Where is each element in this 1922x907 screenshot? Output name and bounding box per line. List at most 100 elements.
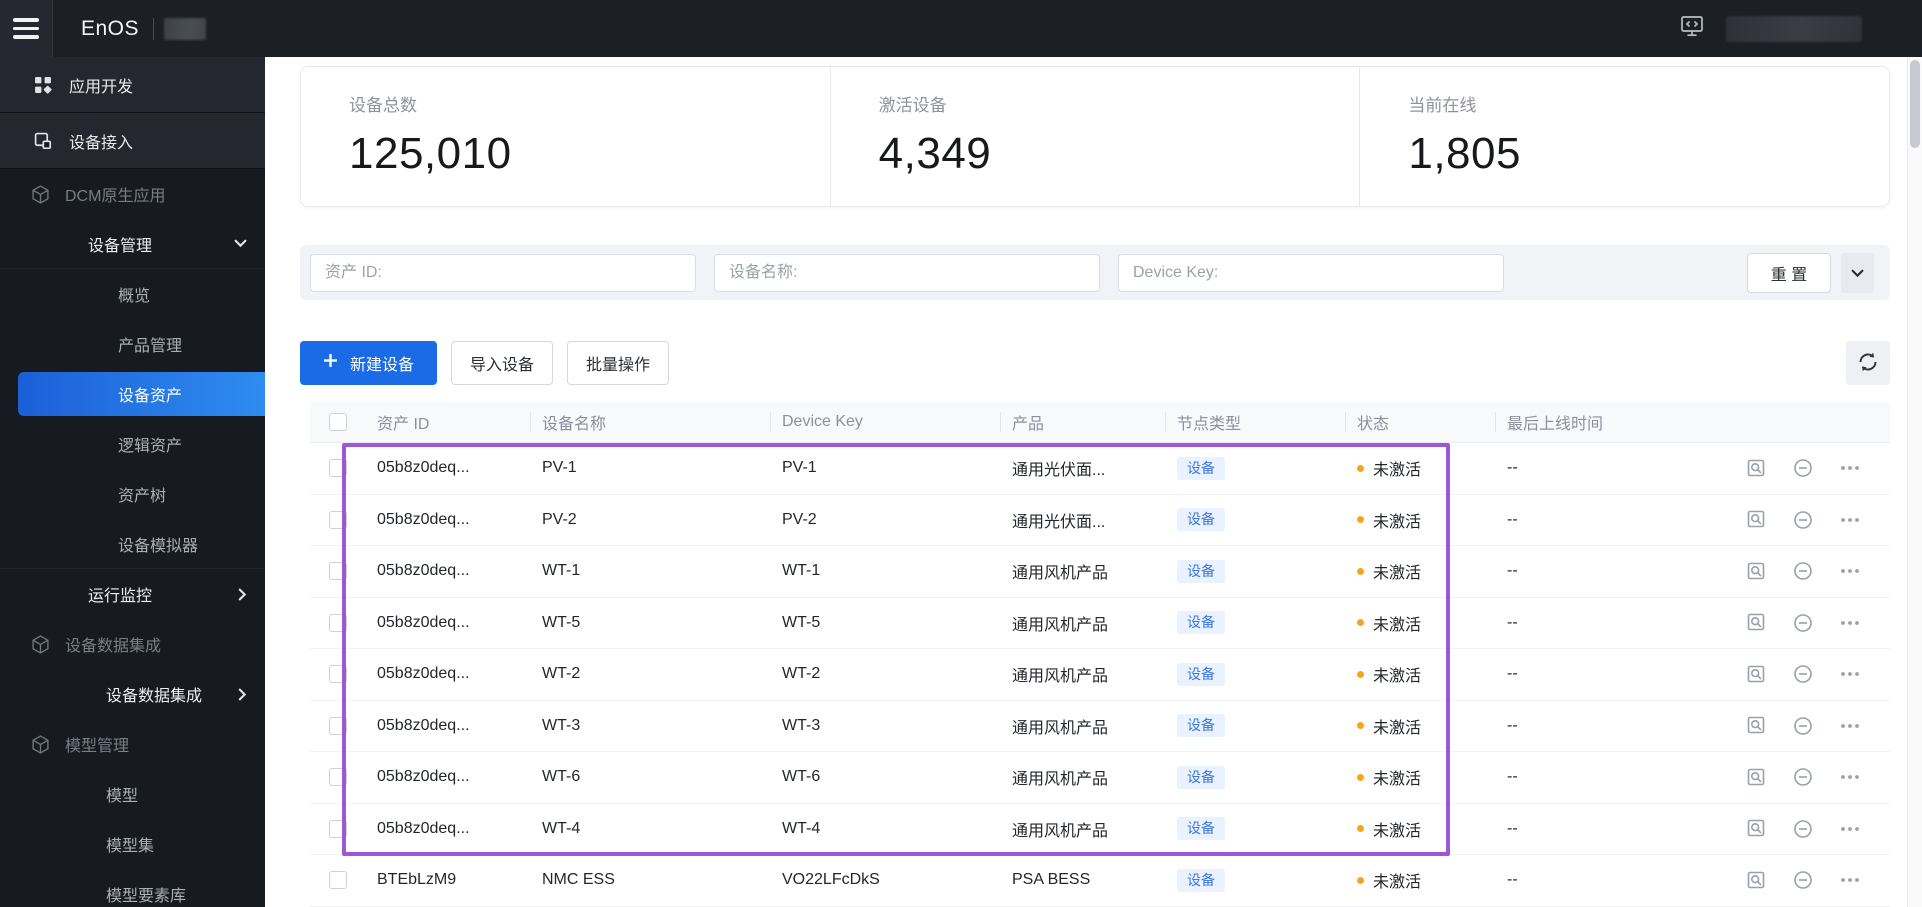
asset-id-input[interactable]	[310, 253, 696, 292]
row-checkbox[interactable]	[328, 459, 347, 478]
more-actions-icon[interactable]	[1840, 826, 1860, 832]
disable-device-icon[interactable]	[1793, 819, 1813, 839]
disable-device-icon[interactable]	[1793, 561, 1813, 581]
row-checkbox[interactable]	[328, 768, 347, 787]
node-type-badge: 设备	[1177, 817, 1225, 841]
cube-icon	[32, 734, 49, 754]
sidebar-item-4[interactable]: 概览	[0, 269, 265, 319]
vertical-scrollbar[interactable]	[1907, 57, 1922, 907]
view-detail-icon[interactable]	[1747, 510, 1766, 529]
sidebar-item-6[interactable]: 设备资产	[0, 369, 265, 419]
cell-device-key: WT-5	[782, 613, 821, 631]
sidebar-item-9[interactable]: 设备模拟器	[0, 519, 265, 569]
sidebar-item-5[interactable]: 产品管理	[0, 319, 265, 369]
device-name-input[interactable]	[714, 253, 1100, 292]
row-checkbox[interactable]	[328, 613, 347, 632]
sidebar-item-1[interactable]: 设备接入	[0, 113, 265, 169]
sidebar-item-3[interactable]: 设备管理	[0, 219, 265, 269]
cell-product: 通用风机产品	[1012, 668, 1109, 686]
more-actions-icon[interactable]	[1840, 517, 1860, 523]
disable-device-icon[interactable]	[1793, 510, 1813, 530]
cell-asset-id: 05b8z0deq...	[377, 510, 470, 528]
redacted-env-label	[164, 17, 207, 40]
disable-device-icon[interactable]	[1793, 870, 1813, 890]
sidebar-item-2[interactable]: DCM原生应用	[0, 169, 265, 219]
more-actions-icon[interactable]	[1840, 877, 1860, 883]
more-actions-icon[interactable]	[1840, 568, 1860, 574]
sidebar-item-14[interactable]: 模型	[0, 769, 265, 819]
plus-icon	[323, 353, 338, 373]
table-row[interactable]: 05b8z0deq... WT-5 WT-5 通用风机产品 设备 未激活 --	[310, 597, 1890, 649]
status-text: 未激活	[1373, 822, 1422, 840]
disable-device-icon[interactable]	[1793, 664, 1813, 684]
select-all-checkbox[interactable]	[328, 413, 347, 431]
cell-last-online: --	[1507, 819, 1518, 837]
sidebar-item-7[interactable]: 逻辑资产	[0, 419, 265, 469]
more-actions-icon[interactable]	[1840, 671, 1860, 677]
import-device-button[interactable]: 导入设备	[451, 341, 554, 385]
sidebar-item-10[interactable]: 运行监控	[0, 569, 265, 619]
view-detail-icon[interactable]	[1747, 562, 1766, 581]
cell-device-name: WT-5	[542, 613, 581, 631]
row-checkbox[interactable]	[328, 562, 347, 581]
new-device-button[interactable]: 新建设备	[300, 341, 438, 385]
table-row[interactable]: 05b8z0deq... WT-4 WT-4 通用风机产品 设备 未激活 --	[310, 803, 1890, 855]
table-row[interactable]: 05b8z0deq... WT-3 WT-3 通用风机产品 设备 未激活 --	[310, 700, 1890, 752]
status-dot-icon	[1357, 464, 1364, 472]
row-checkbox[interactable]	[328, 510, 347, 529]
table-row[interactable]: 05b8z0deq... WT-2 WT-2 通用风机产品 设备 未激活 --	[310, 649, 1890, 701]
view-detail-icon[interactable]	[1747, 665, 1766, 684]
sidebar-item-16[interactable]: 模型要素库	[0, 869, 265, 907]
table-row[interactable]: 05b8z0deq... PV-2 PV-2 通用光伏面... 设备 未激活 -…	[310, 494, 1890, 546]
row-checkbox[interactable]	[328, 871, 347, 890]
redacted-user-menu[interactable]	[1726, 15, 1862, 42]
disable-device-icon[interactable]	[1793, 458, 1813, 478]
view-detail-icon[interactable]	[1747, 459, 1766, 478]
table-row[interactable]: 05b8z0deq... WT-1 WT-1 通用风机产品 设备 未激活 --	[310, 546, 1890, 598]
view-detail-icon[interactable]	[1747, 768, 1766, 787]
sidebar-item-0[interactable]: 应用开发	[0, 57, 265, 113]
cell-device-key: WT-3	[782, 716, 821, 734]
sidebar-item-13[interactable]: 模型管理	[0, 719, 265, 769]
sidebar-item-8[interactable]: 资产树	[0, 469, 265, 519]
disable-device-icon[interactable]	[1793, 767, 1813, 787]
refresh-button[interactable]	[1846, 341, 1890, 385]
more-actions-icon[interactable]	[1840, 620, 1860, 626]
view-detail-icon[interactable]	[1747, 871, 1766, 890]
status-dot-icon	[1357, 670, 1364, 678]
sidebar-item-label: 逻辑资产	[118, 438, 183, 455]
view-detail-icon[interactable]	[1747, 613, 1766, 632]
column-header-5: 节点类型	[1165, 402, 1345, 442]
row-checkbox[interactable]	[328, 665, 347, 684]
more-actions-icon[interactable]	[1840, 774, 1860, 780]
more-actions-icon[interactable]	[1840, 465, 1860, 471]
sidebar-item-11[interactable]: 设备数据集成	[0, 619, 265, 669]
row-checkbox[interactable]	[328, 819, 347, 838]
table-row[interactable]: 05b8z0deq... WT-6 WT-6 通用风机产品 设备 未激活 --	[310, 752, 1890, 804]
monitor-code-icon	[1680, 15, 1704, 43]
disable-device-icon[interactable]	[1793, 716, 1813, 736]
table-row[interactable]: BTEbLzM9 NMC ESS VO22LFcDkS PSA BESS 设备 …	[310, 855, 1890, 907]
sidebar-item-12[interactable]: 设备数据集成	[0, 669, 265, 719]
table-row[interactable]: 05b8z0deq... PV-1 PV-1 通用光伏面... 设备 未激活 -…	[310, 443, 1890, 495]
status-dot-icon	[1357, 825, 1364, 833]
view-detail-icon[interactable]	[1747, 716, 1766, 735]
hamburger-menu-button[interactable]	[0, 0, 53, 57]
scrollbar-thumb[interactable]	[1910, 60, 1920, 148]
reset-button[interactable]: 重 置	[1747, 253, 1831, 293]
cell-last-online: --	[1507, 613, 1518, 631]
more-actions-icon[interactable]	[1840, 723, 1860, 729]
sidebar-item-label: 设备资产	[118, 388, 183, 405]
view-detail-icon[interactable]	[1747, 819, 1766, 838]
status-dot-icon	[1357, 567, 1364, 575]
batch-operation-button[interactable]: 批量操作	[567, 341, 670, 385]
status-text: 未激活	[1373, 616, 1422, 634]
device-key-input[interactable]	[1118, 253, 1504, 292]
expand-filters-button[interactable]	[1841, 253, 1874, 293]
row-checkbox[interactable]	[328, 716, 347, 735]
cell-product: 通用风机产品	[1012, 771, 1109, 789]
sidebar-item-15[interactable]: 模型集	[0, 819, 265, 869]
sidebar-item-label: 设备数据集成	[106, 688, 203, 705]
disable-device-icon[interactable]	[1793, 613, 1813, 633]
console-monitor-button[interactable]	[1680, 15, 1704, 43]
